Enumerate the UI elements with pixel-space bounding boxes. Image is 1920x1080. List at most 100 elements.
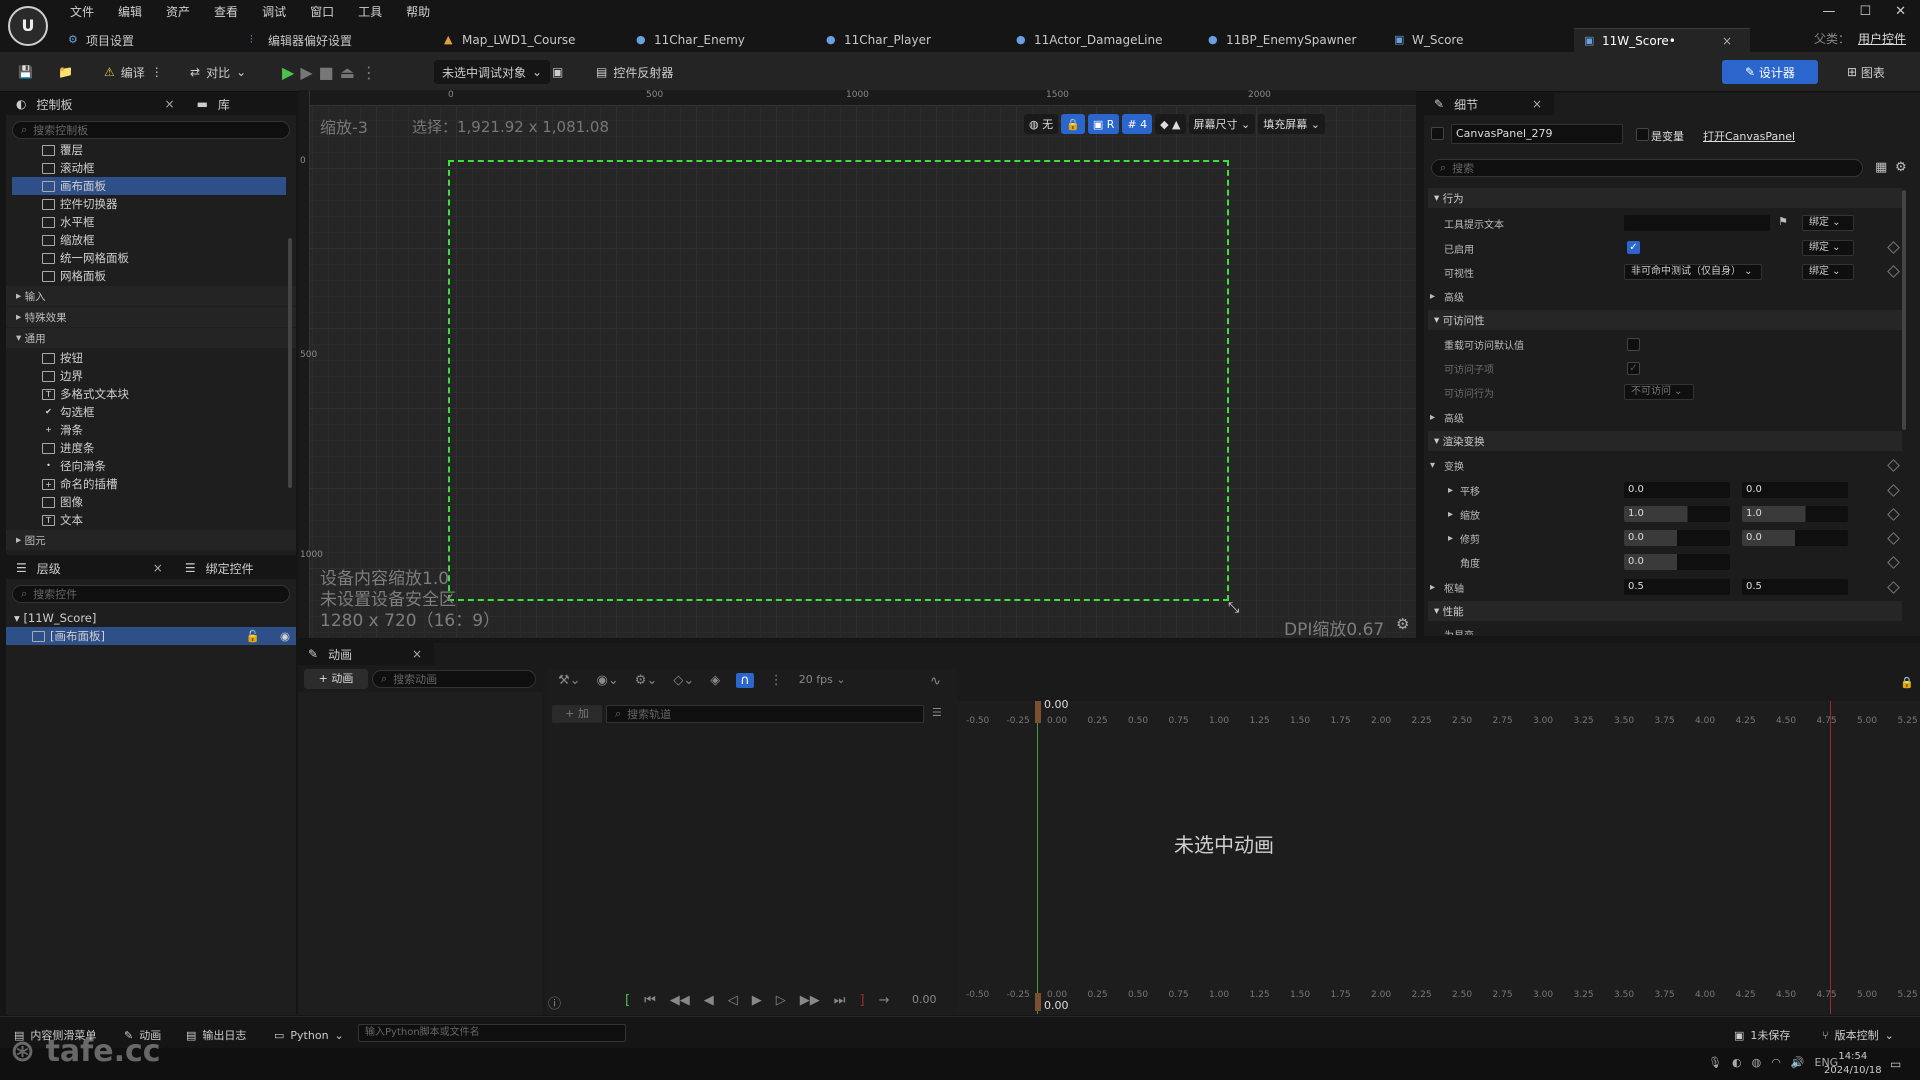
volume-icon[interactable]: 🔊 bbox=[1791, 1056, 1805, 1069]
palette-item[interactable]: 进度条 bbox=[42, 439, 296, 457]
widget-name-field[interactable]: CanvasPanel_279 bbox=[1451, 124, 1623, 144]
palette-item[interactable]: T 多格式文本块 bbox=[42, 385, 296, 403]
tab-library[interactable]: 库 bbox=[218, 96, 230, 113]
close-icon[interactable]: × bbox=[153, 561, 163, 575]
mic-icon[interactable]: 🎙 bbox=[1708, 1056, 1722, 1069]
section-accessibility[interactable]: ▾ 可访问性 bbox=[1428, 310, 1902, 330]
playhead-handle[interactable] bbox=[1035, 701, 1041, 723]
bind-dropdown[interactable]: 绑定 ⌄ bbox=[1802, 264, 1854, 280]
transform-icon[interactable]: ⚙⌄ bbox=[635, 673, 658, 688]
visibility-dropdown[interactable]: 非可命中测试（仅自身） ⌄ bbox=[1624, 264, 1762, 280]
palette-item[interactable]: 网格面板 bbox=[42, 267, 296, 285]
pivot-x-field[interactable]: 0.5 bbox=[1624, 579, 1730, 595]
wifi-icon[interactable]: ◠ bbox=[1771, 1056, 1781, 1069]
section-render-transform[interactable]: ▾ 渲染变换 bbox=[1428, 431, 1902, 451]
range-start-icon[interactable]: [ bbox=[625, 993, 630, 1012]
tab-damage-line[interactable]: ● 11Actor_DamageLine bbox=[1006, 28, 1198, 52]
palette-item[interactable]: T 文本 bbox=[42, 511, 296, 529]
details-scrollbar[interactable] bbox=[1902, 190, 1906, 430]
menu-window[interactable]: 窗口 bbox=[298, 4, 346, 20]
section-advanced[interactable]: ▸ 高级 bbox=[1428, 286, 1902, 306]
notification-icon[interactable]: ▭ bbox=[1890, 1057, 1901, 1071]
category-special-effects[interactable]: ▸ 特殊效果 bbox=[6, 307, 296, 327]
widget-reflector-button[interactable]: ▤ 控件反射器 bbox=[596, 60, 673, 84]
play-options-icon[interactable]: ⋮ bbox=[361, 63, 377, 82]
menu-file[interactable]: 文件 bbox=[58, 4, 106, 20]
key-add-icon[interactable]: ◈ bbox=[710, 673, 720, 688]
debug-target-dropdown[interactable]: 未选中调试对象 ⌄ bbox=[434, 60, 551, 84]
translation-x-field[interactable]: 0.0 bbox=[1624, 482, 1730, 498]
override-access-checkbox[interactable] bbox=[1627, 338, 1640, 351]
tab-project-settings[interactable]: ⚙ 项目设置 bbox=[54, 28, 240, 52]
palette-item[interactable]: 缩放框 bbox=[42, 231, 296, 249]
flag-icon[interactable]: ⚑ bbox=[1778, 215, 1788, 228]
menu-view[interactable]: 查看 bbox=[202, 4, 250, 20]
close-icon[interactable]: × bbox=[165, 97, 175, 111]
palette-item[interactable]: 滚动框 bbox=[42, 159, 296, 177]
animation-search[interactable]: ⌕ 搜索动画 bbox=[372, 670, 536, 688]
tab-w-score[interactable]: ▣ W_Score bbox=[1384, 28, 1574, 52]
settings-icon[interactable]: ⚙ bbox=[1895, 160, 1907, 175]
resize-handle-icon[interactable]: ⤡ bbox=[1228, 600, 1239, 616]
section-advanced-2[interactable]: ▸ 高级 bbox=[1428, 407, 1902, 427]
tab-hierarchy[interactable]: 层级 bbox=[37, 560, 61, 577]
bind-dropdown[interactable]: 绑定 ⌄ bbox=[1802, 240, 1854, 256]
screen-size-dropdown[interactable]: 屏幕尺寸 ⌄ bbox=[1188, 114, 1256, 134]
respect-locks-toggle[interactable]: ▣ R bbox=[1087, 114, 1120, 134]
palette-item[interactable]: 边界 bbox=[42, 367, 296, 385]
angle-field[interactable]: 0.0 bbox=[1624, 554, 1730, 570]
close-icon[interactable]: × bbox=[412, 647, 422, 661]
palette-item[interactable]: 控件切换器 bbox=[42, 195, 296, 213]
jump-start-icon[interactable]: ⏮ bbox=[644, 993, 656, 1012]
section-transform[interactable]: ▾ 变换 bbox=[1428, 455, 1902, 475]
timeline[interactable] bbox=[958, 701, 1920, 1015]
jump-end-icon[interactable]: ⏭ bbox=[834, 993, 846, 1012]
graph-button[interactable]: ⊞ 图表 bbox=[1836, 60, 1896, 84]
canvas-panel-bounds[interactable] bbox=[448, 160, 1229, 601]
palette-item[interactable]: • 径向滑条 bbox=[42, 457, 296, 475]
menu-help[interactable]: 帮助 bbox=[394, 4, 442, 20]
is-variable-checkbox[interactable] bbox=[1636, 128, 1649, 141]
more-icon[interactable]: ⋮ bbox=[770, 673, 783, 688]
grid-snap-toggle[interactable]: # 4 bbox=[1122, 114, 1153, 134]
maximize-icon[interactable]: ☐ bbox=[1859, 4, 1871, 19]
palette-item[interactable]: + 滑条 bbox=[42, 421, 296, 439]
eye-icon[interactable]: ◉⌄ bbox=[597, 673, 619, 688]
step-icon[interactable]: ▶ bbox=[300, 63, 312, 82]
palette-item[interactable]: + 命名的插槽 bbox=[42, 475, 296, 493]
stop-icon[interactable]: ■ bbox=[319, 63, 334, 82]
app-icon[interactable]: ◐ bbox=[1732, 1056, 1742, 1069]
close-window-icon[interactable]: ✕ bbox=[1895, 4, 1906, 19]
palette-item[interactable]: 覆层 bbox=[42, 141, 296, 159]
key-icon[interactable]: ◇⌄ bbox=[673, 673, 694, 688]
shear-y-field[interactable]: 0.0 bbox=[1742, 530, 1848, 546]
tab-char-player[interactable]: ● 11Char_Player bbox=[816, 28, 1006, 52]
bind-dropdown[interactable]: 绑定 ⌄ bbox=[1802, 215, 1854, 231]
enabled-checkbox[interactable]: ✓ bbox=[1627, 241, 1640, 254]
eye-icon[interactable]: ◉ bbox=[280, 629, 290, 643]
tab-map[interactable]: ▲ Map_LWD1_Course bbox=[434, 28, 626, 52]
menu-tools[interactable]: 工具 bbox=[346, 4, 394, 20]
lock-icon[interactable]: 🔓 bbox=[246, 629, 260, 643]
tooltip-input[interactable] bbox=[1624, 215, 1770, 231]
track-search[interactable]: ⌕ 搜索轨道 bbox=[606, 705, 924, 723]
browse-icon[interactable]: 📁 bbox=[58, 60, 73, 84]
palette-item[interactable]: 按钮 bbox=[42, 349, 296, 367]
menu-edit[interactable]: 编辑 bbox=[106, 4, 154, 20]
python-input[interactable]: 输入Python脚本或文件名 bbox=[358, 1024, 626, 1042]
add-animation-button[interactable]: + 动画 bbox=[304, 669, 368, 689]
section-performance[interactable]: ▾ 性能 bbox=[1428, 601, 1902, 621]
clock[interactable]: 14:54 2024/10/18 bbox=[1824, 1050, 1882, 1078]
eject-icon[interactable]: ⏏ bbox=[340, 63, 355, 82]
curve-icon[interactable]: ∿ bbox=[930, 674, 941, 689]
range-end-icon[interactable]: ] bbox=[860, 993, 865, 1012]
save-icon[interactable]: 💾 bbox=[18, 60, 33, 84]
network-icon[interactable]: ◍ bbox=[1752, 1056, 1762, 1069]
scale-y-field[interactable]: 1.0 bbox=[1742, 506, 1848, 522]
unreal-logo[interactable]: U bbox=[8, 6, 48, 46]
menu-debug[interactable]: 调试 bbox=[250, 4, 298, 20]
gear-icon[interactable]: ⚙ bbox=[1396, 615, 1409, 633]
section-behavior[interactable]: ▾ 行为 bbox=[1428, 188, 1902, 208]
add-track-button[interactable]: + 加 bbox=[552, 705, 602, 723]
details-search[interactable]: ⌕ 搜索 bbox=[1431, 159, 1863, 177]
